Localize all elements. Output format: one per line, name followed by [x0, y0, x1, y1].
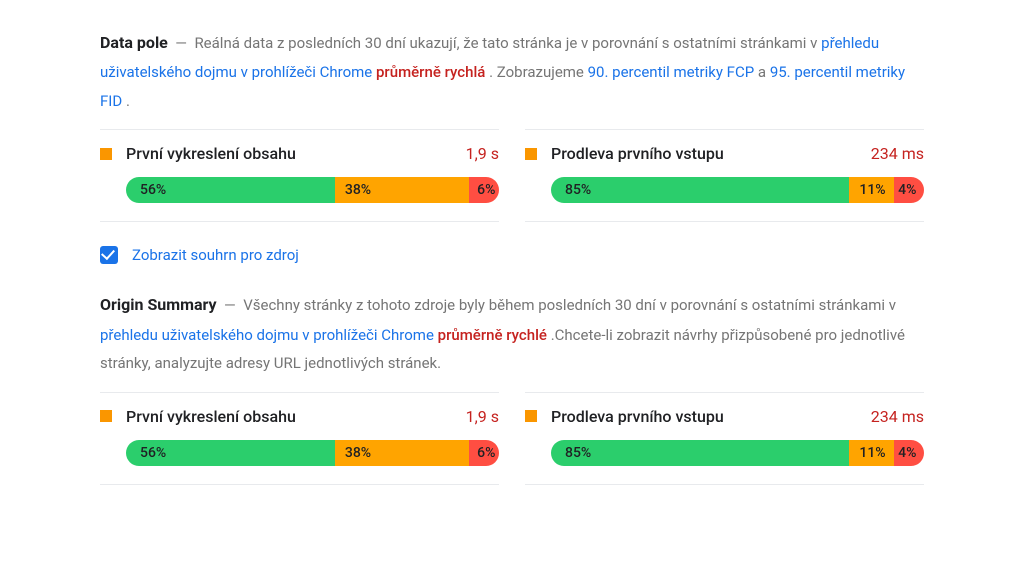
field-data-header: Data pole — Reálná data z posledních 30 … — [100, 28, 924, 115]
seg-avg: 11% — [849, 177, 894, 203]
speed-label: průměrně rychlá — [376, 63, 485, 81]
seg-slow: 6% — [469, 177, 499, 203]
metric-value: 234 ms — [871, 144, 924, 163]
speed-label: průměrně rychlé — [438, 326, 547, 344]
metric-name: Prodleva prvního vstupu — [551, 407, 871, 426]
distribution-bar: 85% 11% 4% — [551, 440, 924, 466]
seg-fast: 56% — [126, 440, 335, 466]
origin-metrics-row: První vykreslení obsahu 1,9 s 56% 38% 6%… — [100, 392, 924, 485]
seg-avg: 38% — [335, 177, 469, 203]
metric-name: První vykreslení obsahu — [126, 144, 466, 163]
seg-fast: 56% — [126, 177, 335, 203]
field-desc: Reálná data z posledních 30 dní ukazují,… — [194, 34, 821, 52]
show-origin-summary-toggle[interactable]: Zobrazit souhrn pro zdroj — [100, 246, 924, 264]
field-metrics-row: První vykreslení obsahu 1,9 s 56% 38% 6%… — [100, 129, 924, 222]
crux-link[interactable]: přehledu uživatelského dojmu v prohlížeč… — [100, 326, 434, 344]
metric-name: První vykreslení obsahu — [126, 407, 466, 426]
distribution-bar: 56% 38% 6% — [126, 177, 499, 203]
seg-fast: 85% — [551, 177, 849, 203]
checkbox-checked-icon[interactable] — [100, 246, 118, 264]
seg-slow: 4% — [894, 440, 924, 466]
metric-fid: Prodleva prvního vstupu 234 ms 85% 11% 4… — [525, 129, 924, 222]
seg-slow: 4% — [894, 177, 924, 203]
distribution-bar: 85% 11% 4% — [551, 177, 924, 203]
metric-fcp: První vykreslení obsahu 1,9 s 56% 38% 6% — [100, 129, 499, 222]
seg-avg: 11% — [849, 440, 894, 466]
metric-fid: Prodleva prvního vstupu 234 ms 85% 11% 4… — [525, 392, 924, 485]
seg-fast: 85% — [551, 440, 849, 466]
metric-value: 1,9 s — [466, 144, 499, 163]
dash: — — [172, 34, 195, 52]
status-square-icon — [525, 410, 537, 422]
fcp-percentile-link[interactable]: 90. percentil metriky FCP — [588, 63, 755, 81]
metric-name: Prodleva prvního vstupu — [551, 144, 871, 163]
status-square-icon — [525, 148, 537, 160]
seg-slow: 6% — [469, 440, 499, 466]
distribution-bar: 56% 38% 6% — [126, 440, 499, 466]
seg-avg: 38% — [335, 440, 469, 466]
origin-summary-header: Origin Summary — Všechny stránky z tohot… — [100, 290, 924, 377]
metric-value: 234 ms — [871, 407, 924, 426]
section-title: Data pole — [100, 33, 168, 52]
section-title: Origin Summary — [100, 295, 217, 314]
status-square-icon — [100, 148, 112, 160]
metric-fcp: První vykreslení obsahu 1,9 s 56% 38% 6% — [100, 392, 499, 485]
metric-value: 1,9 s — [466, 407, 499, 426]
dash: — — [220, 296, 243, 314]
checkbox-label: Zobrazit souhrn pro zdroj — [132, 246, 299, 264]
status-square-icon — [100, 410, 112, 422]
